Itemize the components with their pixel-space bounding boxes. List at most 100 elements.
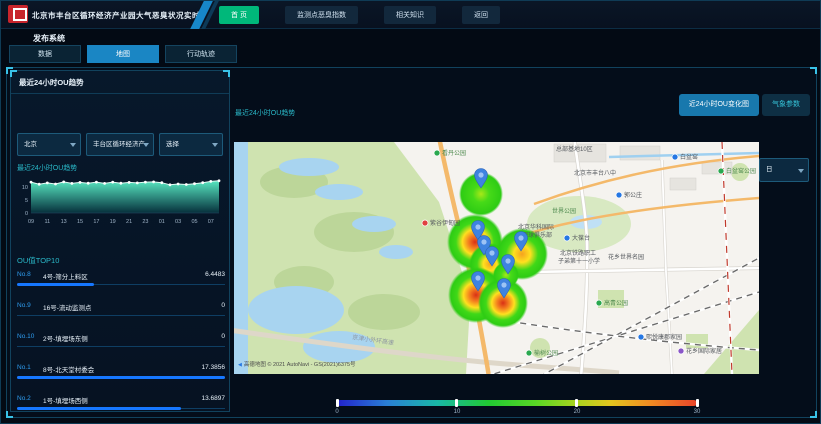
data-point — [95, 181, 98, 184]
data-point — [46, 182, 49, 185]
map-place-label: 花乡世界名园 — [608, 253, 644, 261]
map[interactable]: 总部基地10区看丹公园白盆窑白盆窑公园北京市丰台八中郭公庄世界公园大葆台北京华科… — [234, 142, 759, 374]
red-poi-icon — [422, 220, 428, 226]
metro-poi-icon — [616, 192, 622, 198]
app-logo-icon — [8, 5, 28, 23]
map-place-label: 世界公园 — [552, 207, 576, 215]
nav-item-back[interactable]: 返回 — [462, 6, 500, 24]
data-point — [218, 179, 221, 182]
nav-item-home[interactable]: 首 页 — [219, 6, 259, 24]
rank-label: No.1 — [17, 364, 31, 371]
y-tick-label: 10 — [22, 185, 28, 191]
x-tick-label: 17 — [93, 219, 99, 225]
map-canvas: 总部基地10区看丹公园白盆窑白盆窑公园北京市丰台八中郭公庄世界公园大葆台北京华科… — [234, 142, 759, 374]
bar-fill — [17, 283, 94, 286]
legend-gradient-bar — [337, 400, 697, 406]
data-point — [177, 183, 180, 186]
chevron-down-icon — [212, 143, 218, 147]
data-point — [185, 183, 188, 186]
time-range-value: 日 — [766, 166, 773, 173]
bar-track — [17, 346, 225, 347]
data-point — [79, 181, 82, 184]
x-tick-label: 03 — [175, 219, 181, 225]
legend-tick-label: 10 — [454, 409, 461, 415]
x-tick-label: 01 — [159, 219, 165, 225]
top10-row[interactable]: No.8 4号-筛分上料区 6.4483 — [17, 265, 225, 296]
data-point — [201, 181, 204, 184]
x-tick-label: 23 — [142, 219, 148, 225]
view-tabs: 数据 地图 行动轨迹 — [9, 45, 237, 63]
data-point — [71, 182, 74, 185]
map-attribution: 高德地图 © 2021 AutoNavi - GS(2021)6375号 — [238, 360, 356, 368]
map-place-label: 大葆台 — [572, 234, 590, 242]
green-poi-icon — [596, 300, 602, 306]
data-point — [111, 181, 114, 184]
data-point — [120, 182, 123, 185]
green-poi-icon — [526, 350, 532, 356]
chevron-down-icon — [143, 143, 149, 147]
area-fill — [31, 181, 219, 213]
data-point — [30, 181, 33, 184]
time-range-select[interactable]: 日 — [759, 158, 809, 182]
nav-item-odor-index[interactable]: 监测点恶臭指数 — [285, 6, 358, 24]
trend-chart-label: 最近24小时OU趋势 — [17, 163, 77, 173]
top10-row[interactable]: No.2 1号-填埋场西侧 13.6897 — [17, 389, 225, 420]
tab-data[interactable]: 数据 — [9, 45, 81, 63]
rank-label: No.2 — [17, 395, 31, 402]
corner-decoration — [223, 70, 230, 77]
map-place-label: 子弟第十一小学 — [558, 257, 600, 265]
y-tick-label: 5 — [25, 198, 28, 204]
data-point — [87, 182, 90, 185]
x-tick-label: 15 — [77, 219, 83, 225]
data-point — [103, 182, 106, 185]
blue-poi-icon — [638, 334, 644, 340]
park-select-value: 丰台区循环经济产 — [93, 141, 145, 148]
top10-row[interactable]: No.1 8号-北天堂村委会 17.3856 — [17, 358, 225, 389]
x-tick-label: 11 — [44, 219, 50, 225]
ou-value: 0 — [221, 302, 225, 309]
map-place-label: 紫谷伊甸园 — [430, 219, 460, 227]
tab-track[interactable]: 行动轨迹 — [165, 45, 237, 63]
map-toolbar: 近24小时OU变化图 气象参数 — [679, 94, 810, 116]
ou-color-legend: 0102030 — [337, 400, 697, 419]
time-range-select-wrap: 日 — [759, 158, 809, 182]
park-select[interactable]: 丰台区循环经济产 — [86, 133, 154, 156]
purple-poi-icon — [678, 348, 684, 354]
city-select[interactable]: 北京 — [17, 133, 81, 156]
green-poi-icon — [434, 150, 440, 156]
app-title: 北京市丰台区循环经济产业园大气恶臭状况实时 — [32, 10, 200, 21]
tab-map[interactable]: 地图 — [87, 45, 159, 63]
main-nav: 首 页 监测点恶臭指数 相关知识 返回 — [219, 1, 500, 29]
data-point — [62, 181, 65, 184]
corner-decoration — [810, 411, 817, 418]
bar-fill — [17, 376, 225, 379]
top10-row[interactable]: No.9 16号-流动监测点 0 — [17, 296, 225, 327]
site-select-value: 选择 — [166, 141, 179, 148]
weather-params-button[interactable]: 气象参数 — [762, 94, 810, 116]
trend-side-panel: 最近24小时OU趋势 北京 丰台区循环经济产 选择 最近24小时OU趋势 — [10, 70, 230, 412]
data-point — [136, 182, 139, 185]
x-tick-label: 19 — [110, 219, 116, 225]
data-point — [144, 181, 147, 184]
header: 北京市丰台区循环经济产业园大气恶臭状况实时 首 页 监测点恶臭指数 相关知识 返… — [1, 1, 821, 29]
map-place-label: 北京华科国际 — [518, 223, 554, 231]
corner-decoration — [810, 67, 817, 74]
corner-decoration — [10, 70, 17, 77]
data-point — [38, 183, 41, 186]
city-select-value: 北京 — [24, 141, 37, 148]
site-select[interactable]: 选择 — [159, 133, 223, 156]
nav-item-knowledge[interactable]: 相关知识 — [384, 6, 436, 24]
green-poi-icon — [718, 168, 724, 174]
legend-tick — [336, 399, 339, 407]
map-section-label: 最近24小时OU趋势 — [235, 108, 295, 118]
map-place-label: 总部基地10区 — [556, 145, 593, 153]
map-place-label: 榆树公园 — [534, 349, 558, 357]
map-place-label: 北京市丰台八中 — [574, 169, 616, 177]
ou-change-map-button[interactable]: 近24小时OU变化图 — [679, 94, 759, 116]
corner-decoration — [6, 411, 13, 418]
bar-fill — [17, 407, 181, 410]
data-point — [169, 183, 172, 186]
top10-row[interactable]: No.10 2号-填埋场东侧 0 — [17, 327, 225, 358]
map-place-label: 熙悦康郡家园 — [646, 333, 682, 341]
legend-tick — [696, 399, 699, 407]
